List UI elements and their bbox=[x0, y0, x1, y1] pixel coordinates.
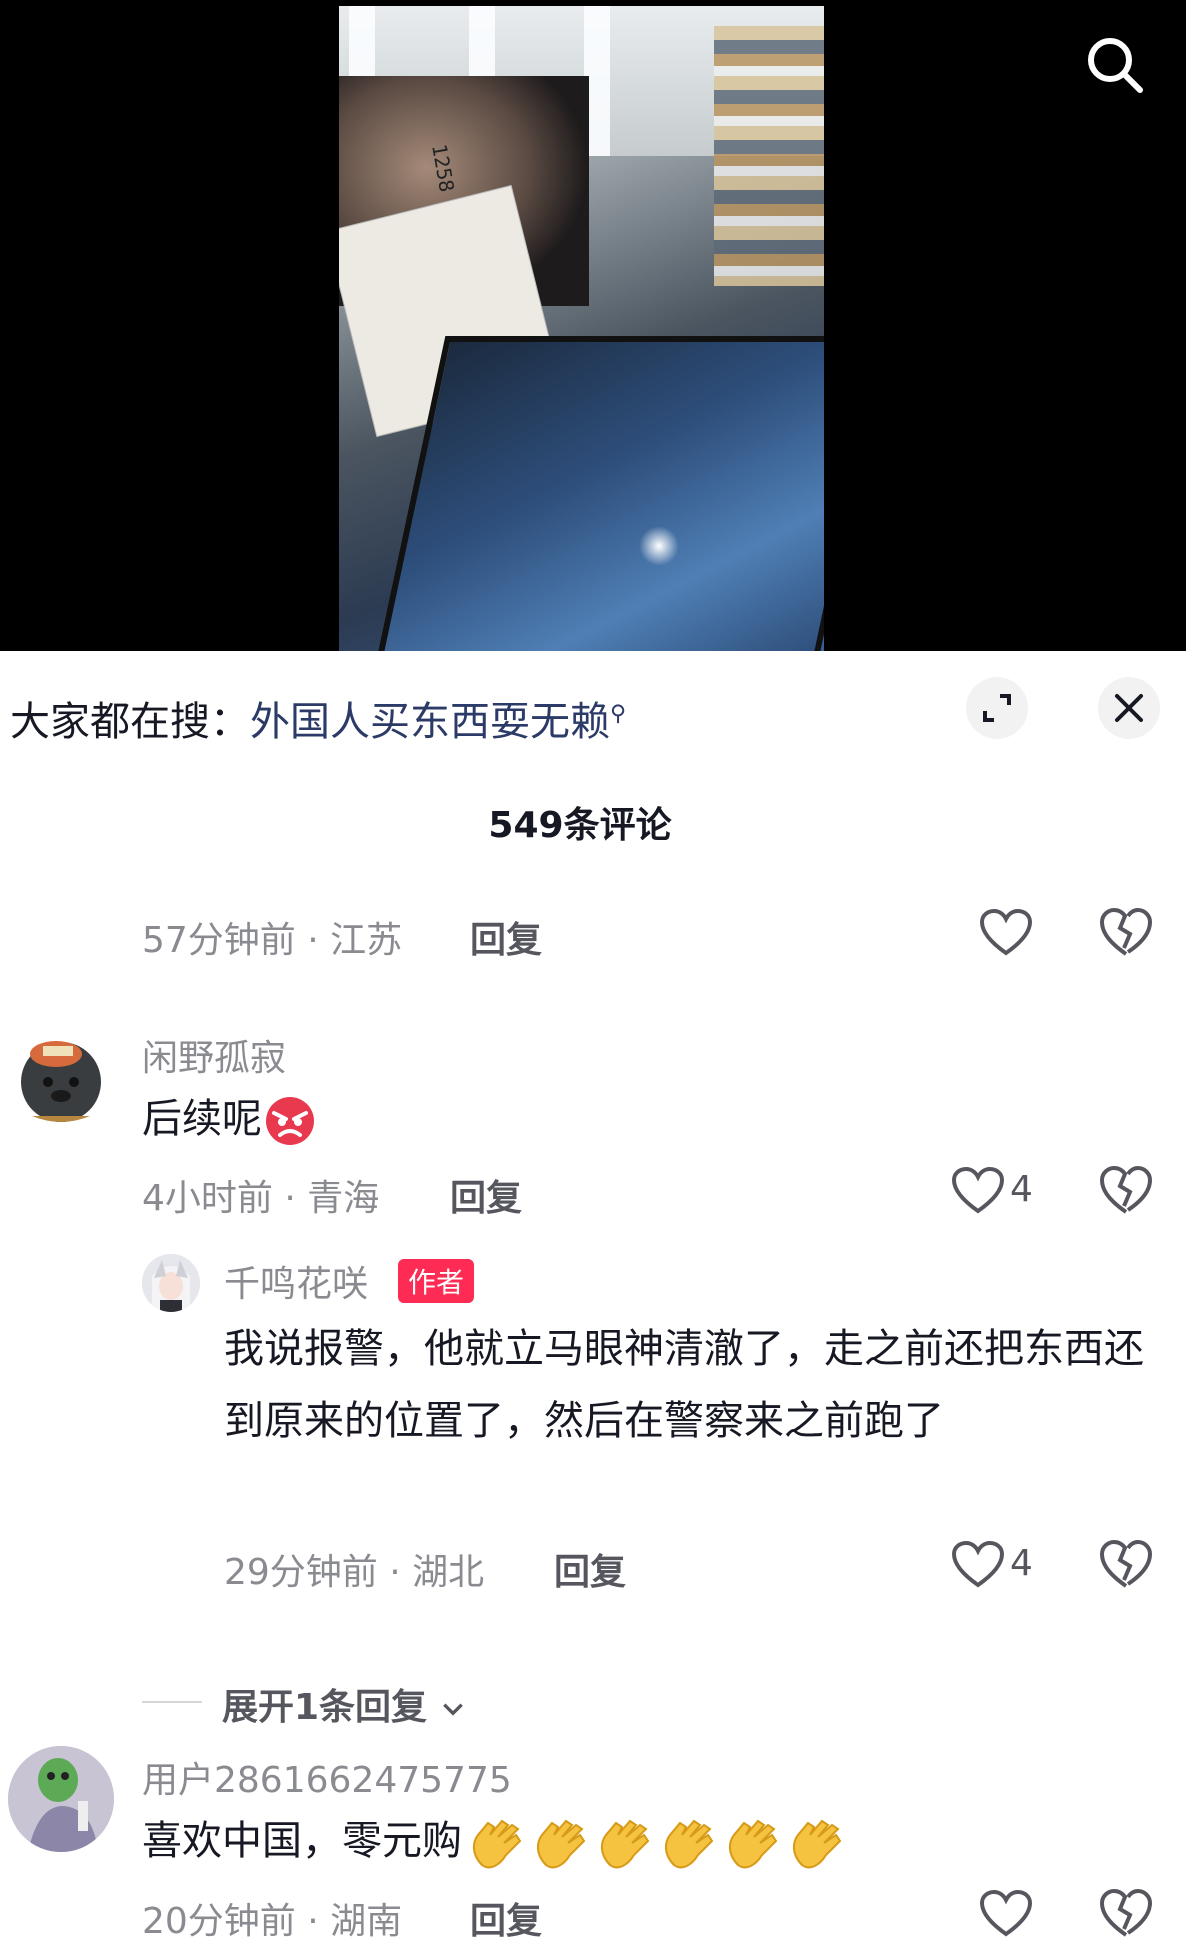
dislike-button[interactable] bbox=[1099, 1539, 1153, 1590]
clap-emoji-icon bbox=[472, 1819, 522, 1869]
heart-icon bbox=[951, 1540, 1005, 1588]
heart-icon bbox=[951, 1166, 1005, 1214]
comment-text: 喜欢中国，零元购 bbox=[142, 1805, 846, 1877]
clap-emoji-icon bbox=[792, 1819, 842, 1869]
like-button[interactable] bbox=[979, 1889, 1033, 1938]
clap-emoji-icon bbox=[536, 1819, 586, 1869]
reply-button[interactable]: 回复 bbox=[450, 1169, 522, 1221]
expand-icon bbox=[983, 694, 1011, 722]
clap-emoji-icon bbox=[728, 1819, 778, 1869]
store-shelf bbox=[714, 26, 824, 286]
expand-replies-label: 展开1条回复 bbox=[222, 1687, 428, 1728]
username[interactable]: 千鸣花咲 bbox=[224, 1255, 368, 1307]
close-button[interactable] bbox=[1098, 677, 1160, 739]
dislike-button[interactable] bbox=[1099, 907, 1153, 958]
reply-button[interactable]: 回复 bbox=[470, 1892, 542, 1944]
like-count: 4 bbox=[1010, 1543, 1033, 1584]
hot-search-prefix: 大家都在搜： bbox=[10, 699, 250, 745]
like-count: 4 bbox=[1010, 1169, 1033, 1210]
reply-button[interactable]: 回复 bbox=[470, 911, 542, 963]
comment-meta: 20分钟前 · 湖南 bbox=[142, 1901, 403, 1942]
like-button[interactable] bbox=[951, 1166, 1005, 1215]
angry-face-emoji-icon bbox=[266, 1097, 314, 1145]
broken-heart-icon bbox=[1099, 907, 1153, 956]
broken-heart-icon bbox=[1099, 1539, 1153, 1588]
comment-text: 我说报警，他就立马眼神清澈了，走之前还把东西还到原来的位置了，然后在警察来之前跑… bbox=[224, 1326, 1144, 1444]
heart-icon bbox=[979, 908, 1033, 956]
comment-count: 549条评论 bbox=[488, 805, 672, 846]
divider bbox=[142, 1701, 202, 1703]
comments-panel: 大家都在搜：外国人买东西耍无赖⚲ 549条评论 57分钟前 · 江苏 回复 闲野… bbox=[0, 651, 1186, 1942]
author-badge: 作者 bbox=[398, 1259, 475, 1303]
anime-avatar-icon bbox=[142, 1254, 200, 1312]
search-icon: ⚲ bbox=[610, 701, 627, 727]
bear-avatar-icon bbox=[21, 1041, 101, 1122]
avatar[interactable] bbox=[142, 1254, 200, 1312]
dislike-button[interactable] bbox=[1099, 1888, 1153, 1939]
clap-emoji-icon bbox=[600, 1819, 650, 1869]
video-player[interactable]: 1258 bbox=[0, 0, 1186, 651]
avatar[interactable] bbox=[8, 1024, 114, 1130]
hot-search-query[interactable]: 外国人买东西耍无赖 bbox=[250, 699, 610, 745]
screen-glare bbox=[639, 526, 679, 566]
comment-meta: 57分钟前 · 江苏 bbox=[142, 920, 403, 961]
video-frame[interactable]: 1258 bbox=[339, 6, 824, 651]
like-button[interactable] bbox=[951, 1540, 1005, 1589]
comment-text-content: 后续呢 bbox=[142, 1096, 262, 1142]
search-icon bbox=[1088, 38, 1143, 93]
hot-search-bar[interactable]: 大家都在搜：外国人买东西耍无赖⚲ bbox=[10, 689, 626, 747]
comment-meta: 4小时前 · 青海 bbox=[142, 1178, 380, 1219]
avatar[interactable] bbox=[8, 1746, 114, 1852]
comment-meta: 29分钟前 · 湖北 bbox=[224, 1552, 485, 1593]
comment-text: 后续呢 bbox=[142, 1083, 318, 1155]
close-icon bbox=[1115, 694, 1143, 722]
dislike-button[interactable] bbox=[1099, 1165, 1153, 1216]
like-button[interactable] bbox=[979, 908, 1033, 957]
clap-emoji-icon bbox=[664, 1819, 714, 1869]
heart-icon bbox=[979, 1889, 1033, 1937]
broken-heart-icon bbox=[1099, 1888, 1153, 1937]
expand-button[interactable] bbox=[966, 677, 1028, 739]
expand-replies-button[interactable]: 展开1条回复 bbox=[222, 1678, 466, 1730]
username[interactable]: 用户2861662475775 bbox=[142, 1751, 512, 1803]
search-button[interactable] bbox=[1080, 30, 1150, 100]
username[interactable]: 闲野孤寂 bbox=[142, 1029, 286, 1081]
green-mask-avatar-icon bbox=[8, 1746, 114, 1852]
broken-heart-icon bbox=[1099, 1165, 1153, 1214]
reply-button[interactable]: 回复 bbox=[554, 1543, 626, 1595]
chevron-down-icon bbox=[442, 1703, 463, 1716]
comment-text-content: 喜欢中国，零元购 bbox=[142, 1818, 462, 1864]
pos-screen bbox=[372, 336, 824, 651]
